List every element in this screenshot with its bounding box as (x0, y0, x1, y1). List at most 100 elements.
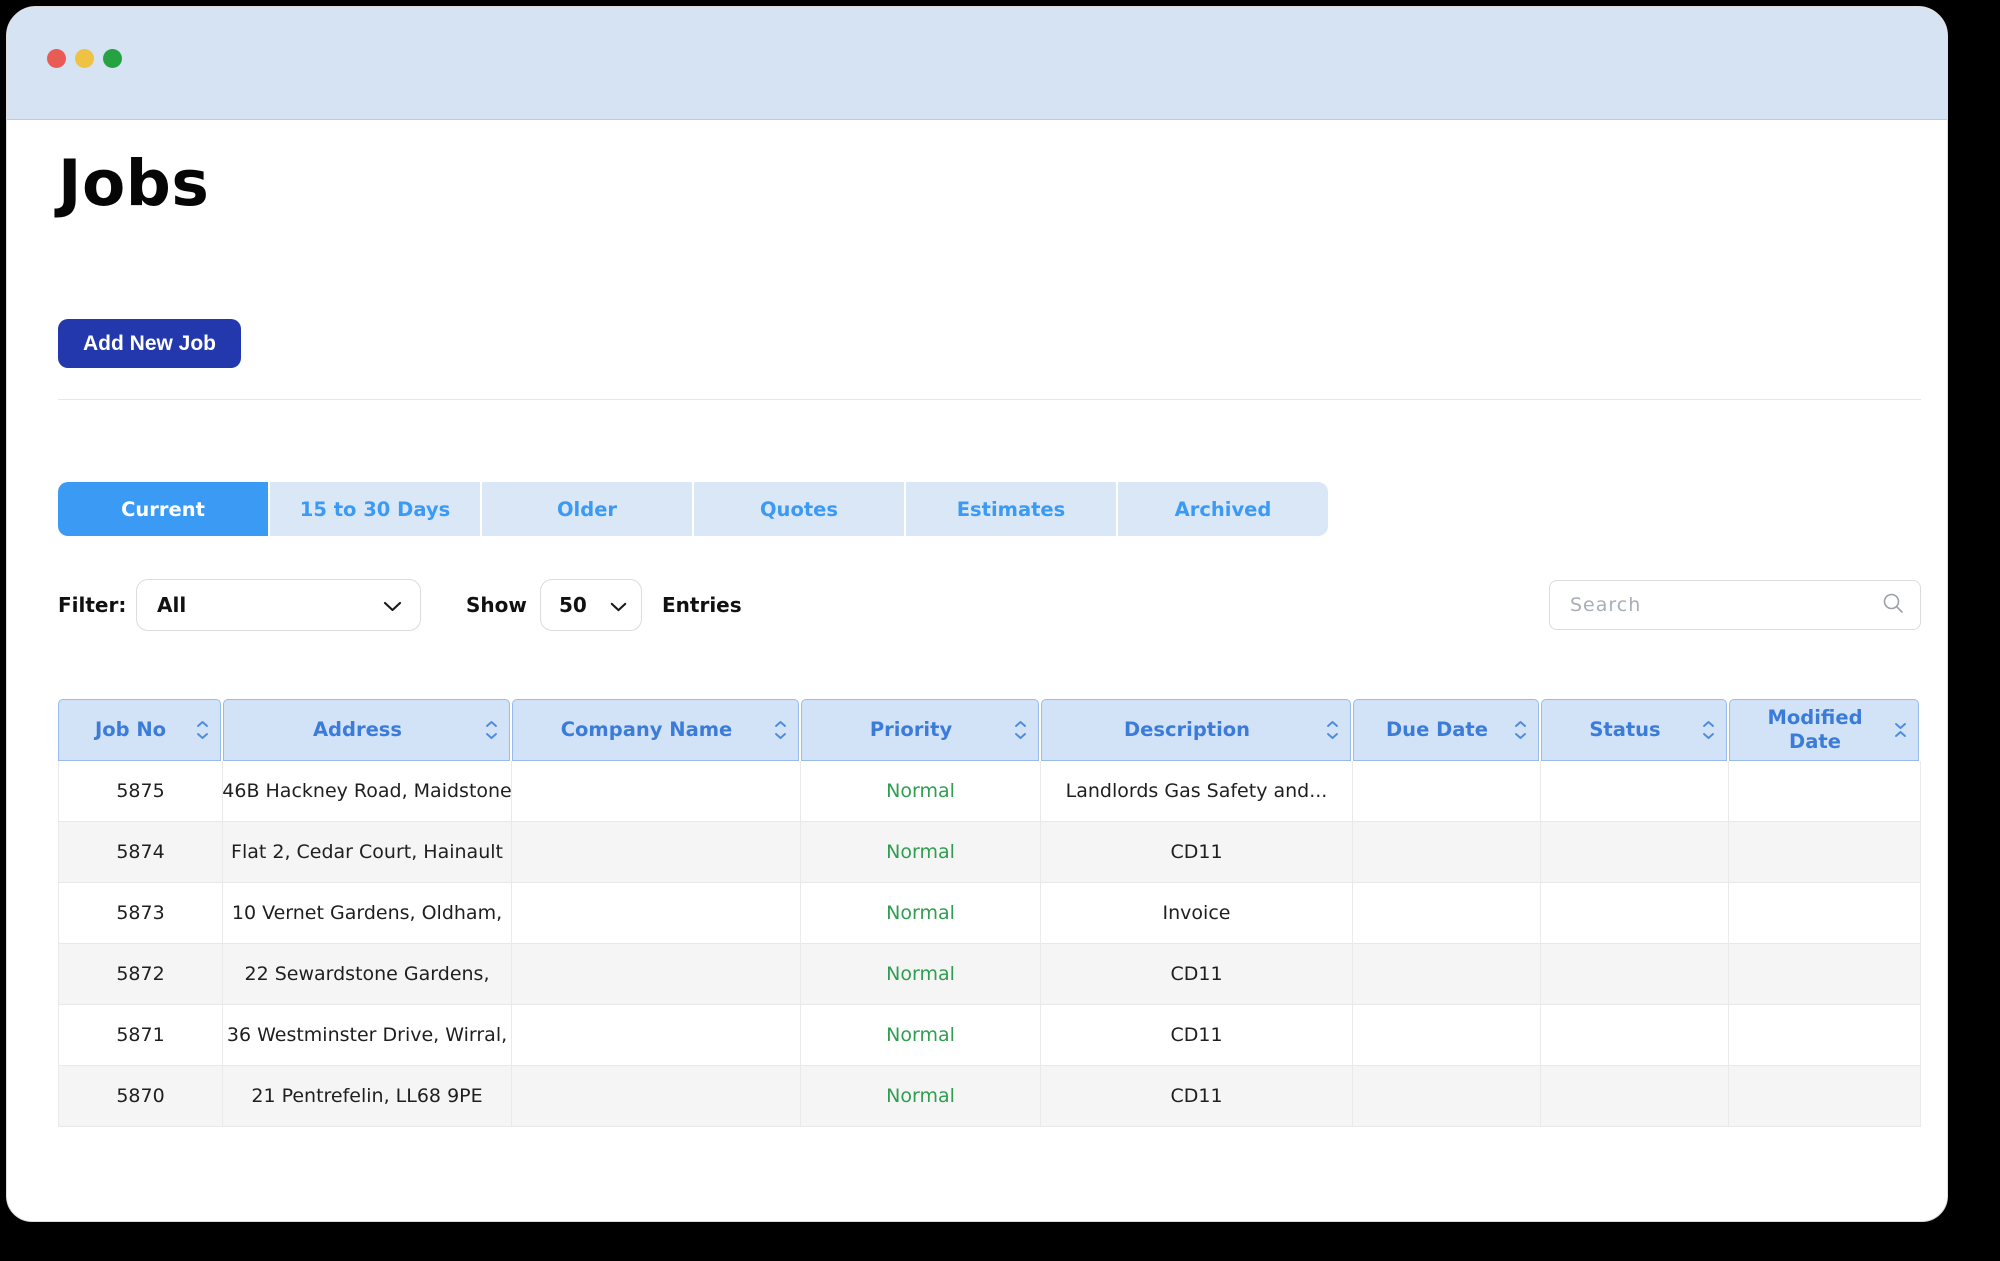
search-box (1549, 580, 1921, 630)
add-new-job-button[interactable]: Add New Job (58, 319, 242, 368)
cell-description: Invoice (1041, 883, 1353, 943)
sort-icon (774, 720, 787, 740)
window-minimize-button[interactable] (75, 49, 94, 68)
cell-job-no: 5871 (58, 1005, 223, 1065)
cell-status (1541, 944, 1729, 1004)
window-close-button[interactable] (47, 49, 66, 68)
cell-company-name (512, 761, 801, 821)
chevron-down-icon (610, 593, 627, 617)
cell-modified-date (1729, 1066, 1921, 1126)
cell-status (1541, 1005, 1729, 1065)
search-input[interactable] (1568, 593, 1882, 617)
entries-label: Entries (662, 593, 742, 617)
cell-due-date (1353, 944, 1541, 1004)
cell-modified-date (1729, 822, 1921, 882)
sort-icon (1702, 720, 1715, 740)
cell-address: 10 Vernet Gardens, Oldham, (223, 883, 512, 943)
window-titlebar (7, 7, 1947, 120)
cell-description: CD11 (1041, 822, 1353, 882)
cell-modified-date (1729, 1005, 1921, 1065)
cell-company-name (512, 1066, 801, 1126)
show-label: Show (466, 593, 527, 617)
table-row-5873[interactable]: 5873 10 Vernet Gardens, Oldham, Normal Invo… (58, 883, 1921, 944)
search-icon (1882, 592, 1904, 618)
window-controls (47, 49, 122, 68)
column-label: Address (312, 717, 403, 741)
filter-dropdown[interactable]: All (136, 579, 421, 631)
sort-active-icon (1894, 722, 1907, 738)
column-label: Modified Date (1767, 705, 1863, 753)
column-header-company-name[interactable]: Company Name (512, 699, 799, 761)
show-entries-value: 50 (559, 593, 587, 617)
tab-quotes[interactable]: Quotes (694, 482, 904, 536)
cell-job-no: 5873 (58, 883, 223, 943)
cell-address: 36 Westminster Drive, Wirral, (223, 1005, 512, 1065)
cell-due-date (1353, 1005, 1541, 1065)
jobs-tab-bar: Current 15 to 30 Days Older Quotes Estimates… (58, 482, 1328, 536)
cell-company-name (512, 883, 801, 943)
column-label: Priority (869, 717, 953, 741)
column-label: Status (1589, 717, 1661, 741)
cell-description: CD11 (1041, 1066, 1353, 1126)
chevron-down-icon (383, 593, 402, 617)
table-header-row: Job No Address Company Name Priority Descrip… (58, 699, 1919, 761)
cell-modified-date (1729, 944, 1921, 1004)
tab-older[interactable]: Older (482, 482, 692, 536)
cell-address: 21 Pentrefelin, LL68 9PE (223, 1066, 512, 1126)
cell-status (1541, 1066, 1729, 1126)
column-header-status[interactable]: Status (1541, 699, 1727, 761)
column-label: Company Name (560, 717, 733, 741)
sort-icon (1326, 720, 1339, 740)
cell-priority: Normal (801, 1005, 1041, 1065)
sort-icon (1514, 720, 1527, 740)
table-row-5875[interactable]: 5875 46B Hackney Road, Maidstone Normal Lan… (58, 761, 1921, 822)
cell-address: 22 Sewardstone Gardens, (223, 944, 512, 1004)
table-row-5874[interactable]: 5874 Flat 2, Cedar Court, Hainault Normal C… (58, 822, 1921, 883)
tab-estimates[interactable]: Estimates (906, 482, 1116, 536)
cell-status (1541, 883, 1729, 943)
filter-dropdown-value: All (157, 593, 187, 617)
filter-label: Filter: (58, 593, 127, 617)
filter-bar: Filter: All Show 50 Entries (7, 579, 1947, 631)
cell-due-date (1353, 883, 1541, 943)
show-entries-dropdown[interactable]: 50 (540, 579, 642, 631)
sort-icon (196, 720, 209, 740)
cell-job-no: 5875 (58, 761, 223, 821)
table-row-5872[interactable]: 5872 22 Sewardstone Gardens, Normal CD11 (58, 944, 1921, 1005)
cell-address: Flat 2, Cedar Court, Hainault (223, 822, 512, 882)
tab-archived[interactable]: Archived (1118, 482, 1328, 536)
sort-icon (1014, 720, 1027, 740)
table-row-5871[interactable]: 5871 36 Westminster Drive, Wirral, Normal C… (58, 1005, 1921, 1066)
cell-status (1541, 822, 1729, 882)
page-title: Jobs (58, 147, 210, 220)
cell-description: CD11 (1041, 1005, 1353, 1065)
cell-company-name (512, 1005, 801, 1065)
cell-priority: Normal (801, 883, 1041, 943)
table-body: 5875 46B Hackney Road, Maidstone Normal Lan… (58, 761, 1921, 1127)
column-header-job-no[interactable]: Job No (58, 699, 221, 761)
column-header-due-date[interactable]: Due Date (1353, 699, 1539, 761)
column-label: Description (1123, 717, 1251, 741)
cell-priority: Normal (801, 761, 1041, 821)
window-zoom-button[interactable] (103, 49, 122, 68)
cell-modified-date (1729, 761, 1921, 821)
cell-priority: Normal (801, 822, 1041, 882)
cell-due-date (1353, 761, 1541, 821)
tab-current[interactable]: Current (58, 482, 268, 536)
column-label: Due Date (1386, 717, 1488, 741)
section-divider (58, 399, 1921, 400)
cell-company-name (512, 822, 801, 882)
cell-description: Landlords Gas Safety and... (1041, 761, 1353, 821)
column-header-description[interactable]: Description (1041, 699, 1351, 761)
column-header-priority[interactable]: Priority (801, 699, 1039, 761)
tab-15-to-30-days[interactable]: 15 to 30 Days (270, 482, 480, 536)
cell-address: 46B Hackney Road, Maidstone (223, 761, 512, 821)
cell-job-no: 5872 (58, 944, 223, 1004)
column-header-address[interactable]: Address (223, 699, 510, 761)
cell-priority: Normal (801, 944, 1041, 1004)
table-row-5870[interactable]: 5870 21 Pentrefelin, LL68 9PE Normal CD11 (58, 1066, 1921, 1127)
cell-due-date (1353, 1066, 1541, 1126)
cell-job-no: 5874 (58, 822, 223, 882)
column-header-modified-date[interactable]: Modified Date (1729, 699, 1919, 761)
cell-status (1541, 761, 1729, 821)
